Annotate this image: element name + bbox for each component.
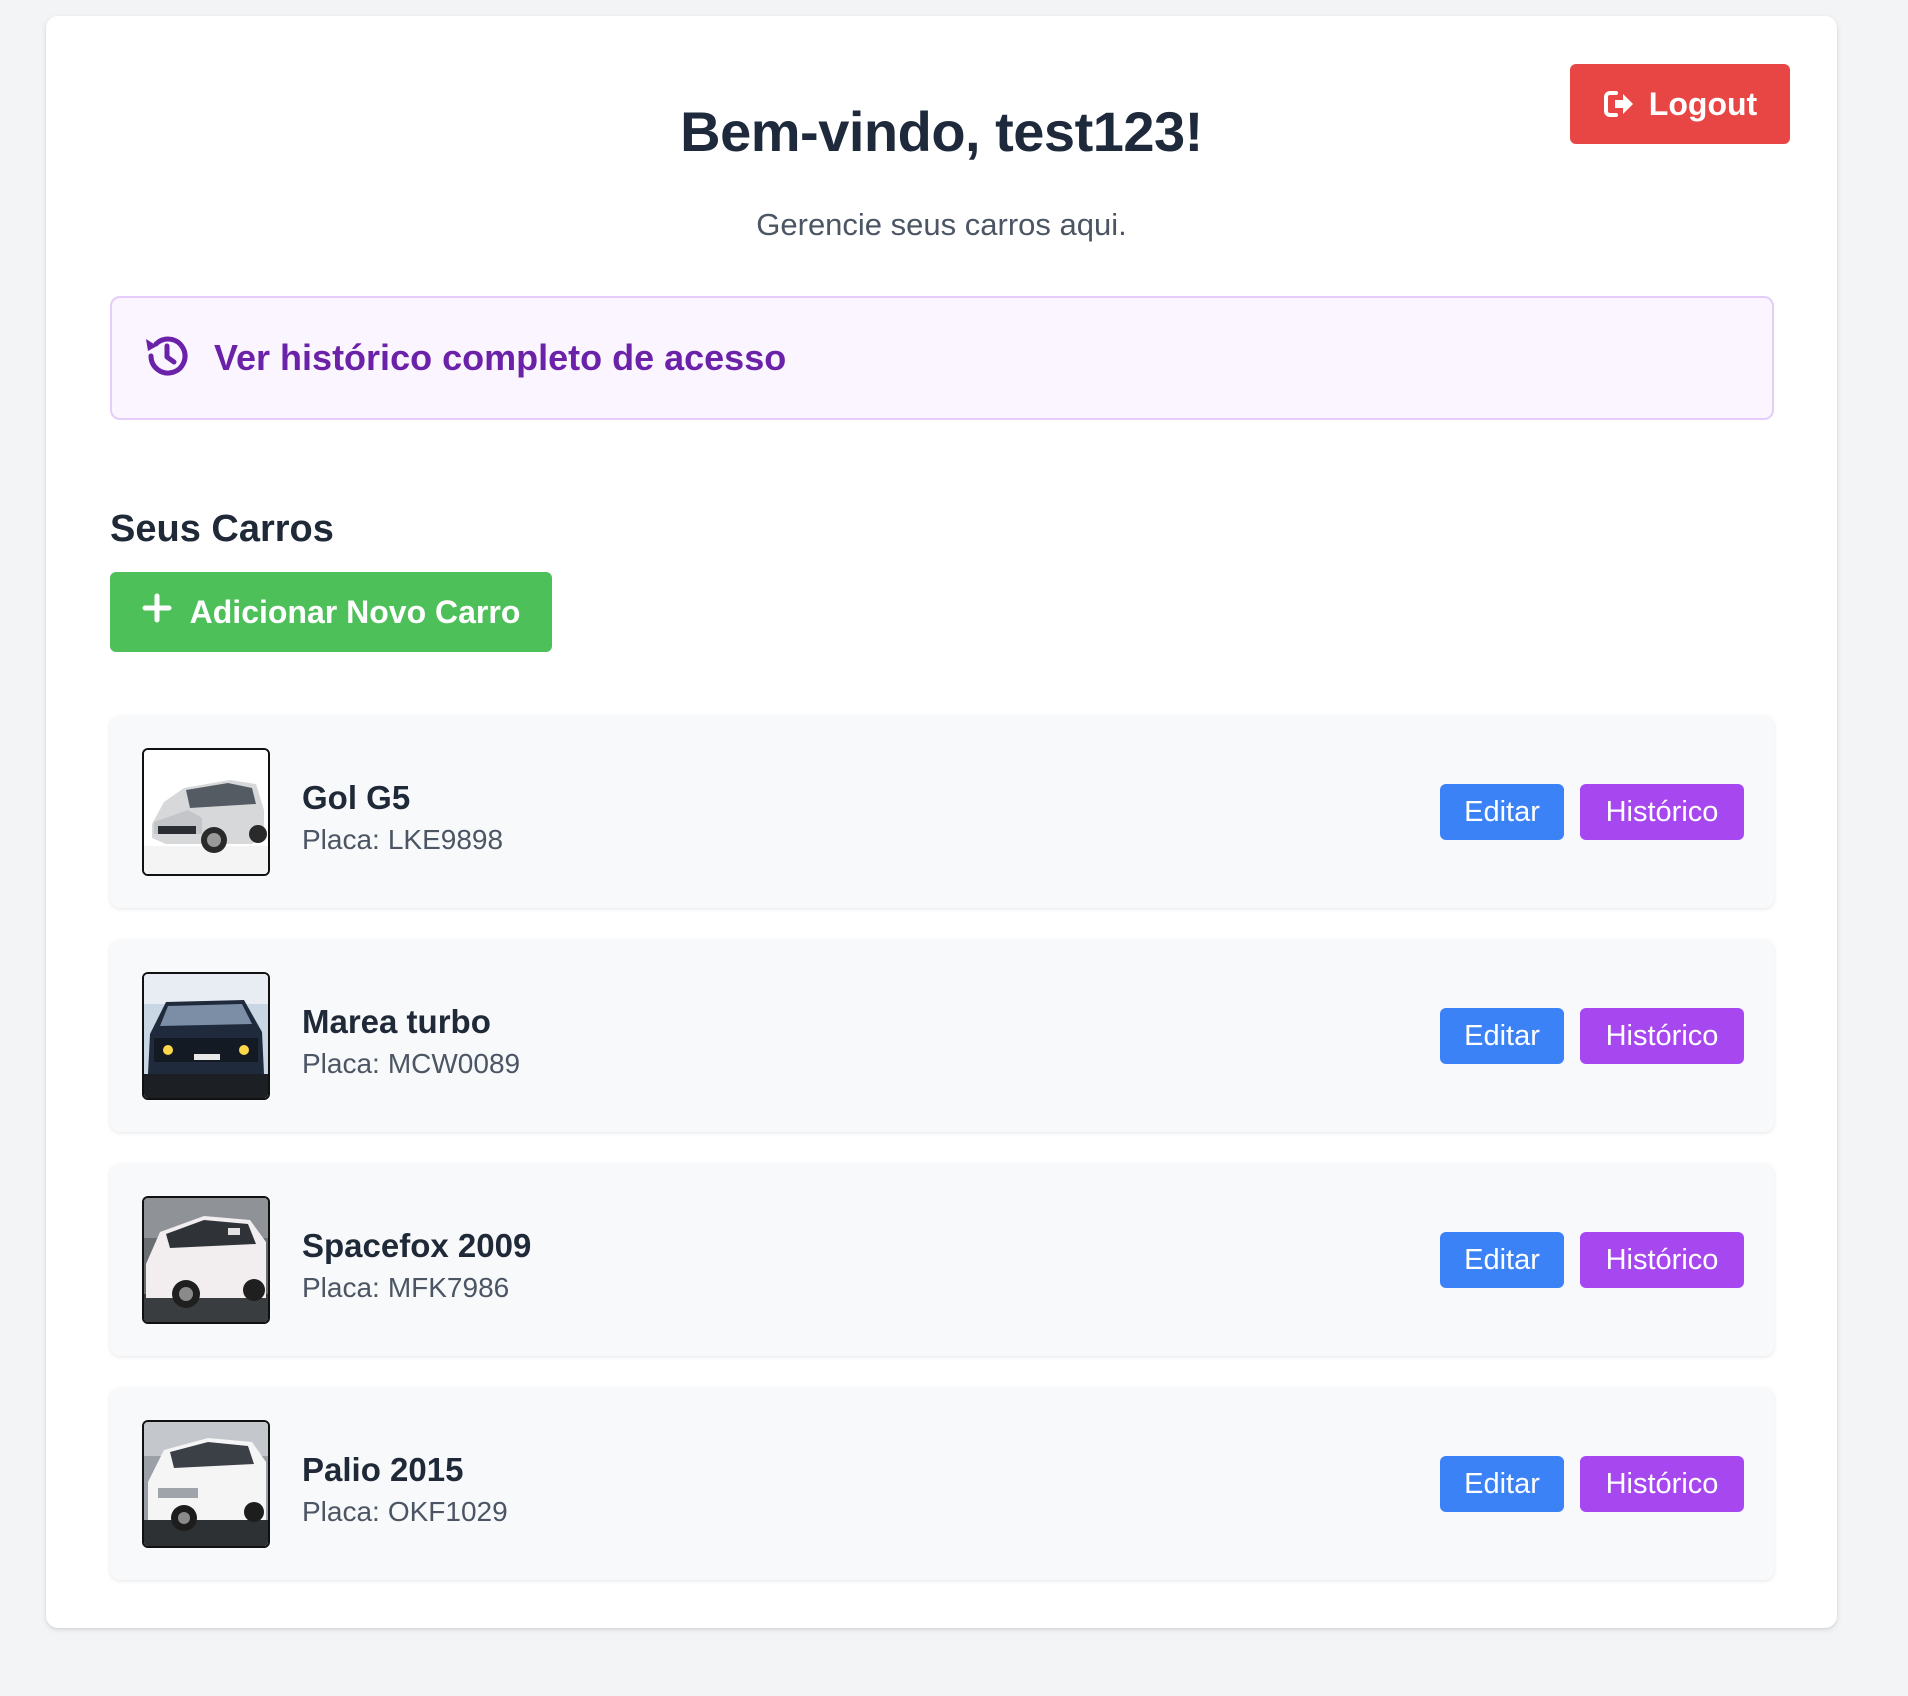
full-history-link[interactable]: Ver histórico completo de acesso xyxy=(110,296,1774,420)
car-list-item: Marea turbo Placa: MCW0089 Editar Históri… xyxy=(110,940,1774,1132)
car-photo xyxy=(142,1196,270,1324)
car-photo xyxy=(142,748,270,876)
section-title: Seus Carros xyxy=(110,508,334,550)
car-plate: Placa: MCW0089 xyxy=(302,1046,520,1082)
plus-icon xyxy=(142,593,172,631)
plate-value: OKF1029 xyxy=(387,1496,508,1527)
edit-button[interactable]: Editar xyxy=(1440,1456,1564,1512)
history-button[interactable]: Histórico xyxy=(1580,784,1744,840)
edit-button[interactable]: Editar xyxy=(1440,1008,1564,1064)
history-button[interactable]: Histórico xyxy=(1580,1008,1744,1064)
car-name: Marea turbo xyxy=(302,1003,491,1040)
car-list-item: Gol G5 Placa: LKE9898 Editar Histórico xyxy=(110,716,1774,908)
full-history-link-label: Ver histórico completo de acesso xyxy=(214,337,787,378)
car-name: Palio 2015 xyxy=(302,1451,464,1488)
plate-label: Placa: xyxy=(302,824,380,855)
history-button[interactable]: Histórico xyxy=(1580,1456,1744,1512)
sign-out-icon xyxy=(1603,89,1635,119)
add-car-button[interactable]: Adicionar Novo Carro xyxy=(110,572,552,652)
page-subtitle: Gerencie seus carros aqui. xyxy=(756,207,1127,242)
plate-value: LKE9898 xyxy=(387,824,504,855)
plate-label: Placa: xyxy=(302,1496,380,1527)
plate-value: MFK7986 xyxy=(387,1272,510,1303)
plate-label: Placa: xyxy=(302,1048,380,1079)
car-plate: Placa: MFK7986 xyxy=(302,1270,509,1306)
car-photo xyxy=(142,972,270,1100)
page-title: Bem-vindo, test123! xyxy=(680,100,1203,163)
car-plate: Placa: LKE9898 xyxy=(302,822,503,858)
logout-button[interactable]: Logout xyxy=(1570,64,1790,144)
car-list-item: Spacefox 2009 Placa: MFK7986 Editar Histó… xyxy=(110,1164,1774,1356)
car-name: Gol G5 xyxy=(302,779,411,816)
car-list: Gol G5 Placa: LKE9898 Editar Histórico M… xyxy=(110,716,1774,1612)
history-button[interactable]: Histórico xyxy=(1580,1232,1744,1288)
car-photo xyxy=(142,1420,270,1548)
edit-button[interactable]: Editar xyxy=(1440,1232,1564,1288)
car-plate: Placa: OKF1029 xyxy=(302,1494,508,1530)
main-card: Bem-vindo, test123! Gerencie seus carros… xyxy=(46,16,1837,1628)
edit-button[interactable]: Editar xyxy=(1440,784,1564,840)
logout-label: Logout xyxy=(1648,85,1758,122)
car-name: Spacefox 2009 xyxy=(302,1227,532,1264)
history-clock-icon xyxy=(142,331,192,386)
car-list-item: Palio 2015 Placa: OKF1029 Editar Históric… xyxy=(110,1388,1774,1580)
add-car-label: Adicionar Novo Carro xyxy=(189,593,521,630)
plate-value: MCW0089 xyxy=(387,1048,521,1079)
plate-label: Placa: xyxy=(302,1272,380,1303)
